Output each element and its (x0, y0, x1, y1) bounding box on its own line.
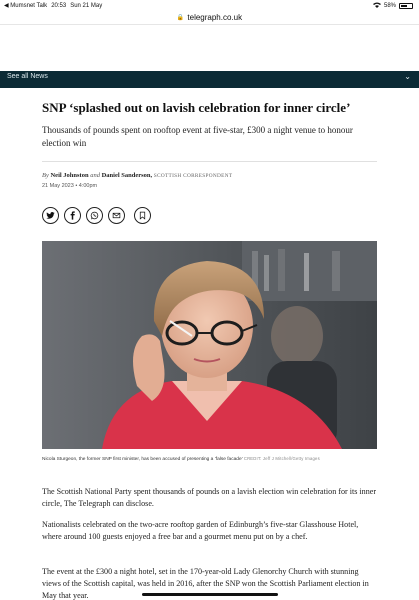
author-role: SCOTTISH CORRESPONDENT (153, 173, 233, 179)
chevron-down-icon[interactable]: ⌄ (404, 72, 411, 81)
article-headline: SNP ‘splashed out on lavish celebration … (42, 100, 351, 115)
see-all-news-link[interactable]: See all News (7, 73, 48, 80)
byline-and: and (90, 172, 100, 179)
body-paragraph: The Scottish National Party spent thousa… (42, 487, 377, 508)
email-icon (112, 212, 121, 219)
whatsapp-icon (90, 211, 99, 220)
image-caption: Nicola Sturgeon, the former SNP first mi… (42, 455, 377, 463)
twitter-icon (46, 212, 55, 219)
share-email-button[interactable] (108, 207, 125, 224)
wifi-icon (372, 2, 381, 10)
facebook-icon (70, 211, 75, 220)
byline: By Neil Johnston and Daniel Sanderson, S… (42, 172, 382, 179)
battery-icon (399, 3, 413, 9)
lock-icon: 🔒 (176, 14, 185, 21)
article-lead-image[interactable] (42, 241, 377, 449)
image-credit: CREDIT: Jeff J Mitchell/Getty Images (243, 456, 320, 461)
address-bar[interactable]: 🔒 telegraph.co.uk (0, 10, 419, 24)
caption-text: Nicola Sturgeon, the former SNP first mi… (42, 457, 243, 462)
body-paragraph: Nationalists celebrated on the two-acre … (42, 520, 359, 541)
author-link[interactable]: Daniel Sanderson, (102, 172, 153, 179)
divider (42, 161, 377, 162)
url-text: telegraph.co.uk (187, 12, 243, 22)
publish-date: 21 May 2023 • 4:00pm (42, 183, 98, 189)
home-indicator[interactable] (142, 593, 278, 596)
bookmark-icon (139, 211, 146, 220)
byline-by: By (42, 172, 49, 179)
status-time: 20:53 (51, 2, 67, 9)
share-twitter-button[interactable] (42, 207, 59, 224)
author-link[interactable]: Neil Johnston (50, 172, 88, 179)
status-date: Sun 21 May (70, 2, 103, 9)
article-standfirst: Thousands of pounds spent on rooftop eve… (42, 125, 353, 148)
address-bar-divider (0, 24, 419, 25)
section-nav-bar[interactable]: See all News ⌄ (0, 71, 419, 88)
portrait-photo (42, 241, 377, 449)
share-whatsapp-button[interactable] (86, 207, 103, 224)
share-facebook-button[interactable] (64, 207, 81, 224)
save-article-button[interactable] (134, 207, 151, 224)
share-bar (42, 207, 151, 224)
battery-percent: 58% (383, 3, 396, 9)
back-to-app-link[interactable]: ◀ Mumsnet Talk (4, 2, 47, 9)
